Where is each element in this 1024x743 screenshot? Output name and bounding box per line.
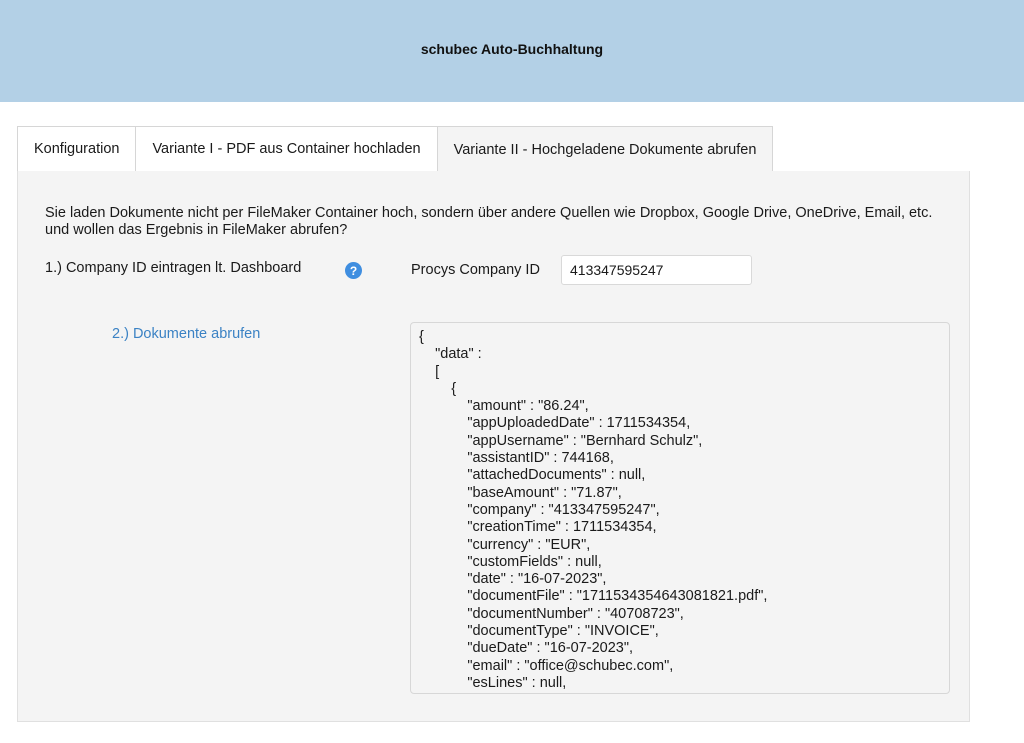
company-id-label: Procys Company ID xyxy=(411,262,540,278)
tab-panel-variante-2: Sie laden Dokumente nicht per FileMaker … xyxy=(17,171,970,722)
fetch-documents-button[interactable]: 2.) Dokumente abrufen xyxy=(112,326,260,342)
json-output-text: { "data" : [ { "amount" : "86.24", "appU… xyxy=(419,329,768,691)
company-id-input[interactable] xyxy=(561,255,752,285)
tab-variante-2[interactable]: Variante II - Hochgeladene Dokumente abr… xyxy=(437,126,774,172)
step1-label: 1.) Company ID eintragen lt. Dashboard xyxy=(45,260,302,276)
intro-text: Sie laden Dokumente nicht per FileMaker … xyxy=(45,205,933,238)
app-title: schubec Auto-Buchhaltung xyxy=(420,41,604,57)
tab-konfiguration[interactable]: Konfiguration xyxy=(17,126,137,171)
tab-variante-1[interactable]: Variante I - PDF aus Container hochladen xyxy=(136,126,438,171)
app-header: schubec Auto-Buchhaltung xyxy=(0,0,1024,102)
tab-bar: Konfiguration Variante I - PDF aus Conta… xyxy=(17,126,774,172)
help-icon[interactable]: ? xyxy=(345,262,362,279)
json-output-field[interactable]: { "data" : [ { "amount" : "86.24", "appU… xyxy=(410,322,950,694)
